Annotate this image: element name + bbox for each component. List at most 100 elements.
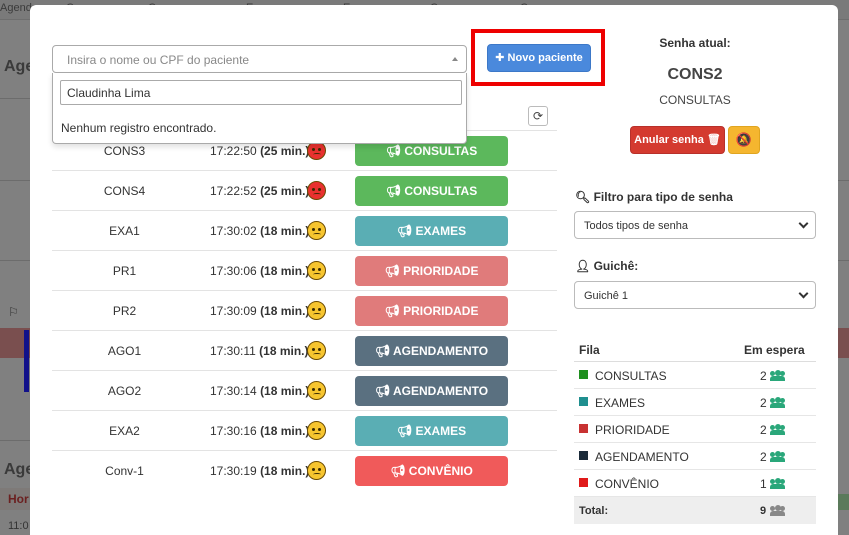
table-row: EXA2 17:30:16 (18 min.) 📢︎ EXAMES [52, 410, 557, 450]
summary-row: EXAMES 2 [574, 389, 816, 416]
call-ticket-button[interactable]: 📢︎ CONVÊNIO [355, 456, 508, 486]
ticket-code: AGO2 [107, 384, 142, 398]
search-icon: 🔍︎ [575, 190, 591, 204]
ticket-type: PRIORIDADE [403, 264, 479, 278]
ticket-time: 17:30:19 (18 min.) [210, 464, 309, 478]
ticket-time: 17:30:02 (18 min.) [210, 224, 309, 238]
queue-count: 1 [760, 477, 767, 491]
call-ticket-button[interactable]: 📢︎ AGENDAMENTO [355, 376, 508, 406]
table-row: PR2 17:30:09 (18 min.) 📢︎ PRIORIDADE [52, 290, 557, 330]
ticket-wait: (18 min.) [260, 464, 310, 478]
current-ticket-queue: CONSULTAS [659, 93, 731, 107]
caret-up-icon [452, 57, 458, 61]
sad-face-icon [307, 221, 326, 240]
ticket-wait: (18 min.) [260, 384, 310, 398]
ticket-code: EXA1 [109, 224, 140, 238]
mute-button[interactable]: 🔕 [728, 126, 760, 154]
call-ticket-button[interactable]: 📢︎ PRIORIDADE [355, 256, 508, 286]
queue-count: 2 [760, 423, 767, 437]
table-row: CONS4 17:22:52 (25 min.) 📢︎ CONSULTAS [52, 170, 557, 210]
users-icon [770, 451, 785, 464]
cancel-ticket-button[interactable]: Anular senha 🗑 [630, 126, 725, 154]
patient-search-dropdown: Nenhum registro encontrado. [52, 73, 467, 144]
summary-row: PRIORIDADE 2 [574, 416, 816, 443]
ticket-type: EXAMES [415, 224, 467, 238]
queue-name: EXAMES [595, 396, 646, 410]
queue-color-swatch [579, 478, 588, 487]
ticket-type-value: Todos tipos de senha [584, 220, 688, 232]
megaphone-icon: 📢︎ [385, 184, 401, 198]
ticket-wait: (18 min.) [260, 224, 310, 238]
ticket-time: 17:30:09 (18 min.) [210, 304, 309, 318]
ticket-time: 17:30:14 (18 min.) [210, 384, 309, 398]
queue-color-swatch [579, 424, 588, 433]
queue-count: 2 [760, 369, 767, 383]
ticket-code: CONS3 [103, 144, 146, 158]
users-icon [770, 397, 785, 410]
angry-face-icon [307, 181, 326, 200]
cancel-ticket-label: Anular senha [634, 134, 704, 146]
ticket-time-value: 17:30:16 [210, 424, 257, 438]
megaphone-icon: 📢︎ [390, 464, 406, 478]
ticket-time-value: 17:30:11 [210, 344, 256, 358]
ticket-type: CONSULTAS [404, 144, 478, 158]
ticket-time: 17:30:11 (18 min.) [210, 344, 309, 358]
users-icon [770, 424, 785, 437]
search-placeholder: Insira o nome ou CPF do paciente [67, 53, 250, 67]
guiche-label-text: Guichê: [593, 259, 639, 273]
ticket-code: PR2 [112, 304, 137, 318]
call-ticket-button[interactable]: 📢︎ EXAMES [355, 416, 508, 446]
bg-side-button [838, 494, 849, 510]
ticket-wait: (25 min.) [260, 184, 310, 198]
table-row: PR1 17:30:06 (18 min.) 📢︎ PRIORIDADE [52, 250, 557, 290]
call-ticket-button[interactable]: 📢︎ CONSULTAS [355, 176, 508, 206]
ticket-wait: (18 min.) [260, 424, 310, 438]
summary-rows: CONSULTAS 2 EXAMES 2 PRIORIDADE 2 AGENDAMENTO 2… [574, 362, 816, 497]
chevron-down-icon [798, 288, 809, 299]
trash-icon: 🗑 [706, 134, 721, 146]
guiche-value: Guichê 1 [584, 290, 629, 302]
bg-highlight-row [838, 328, 849, 358]
patient-search-input[interactable] [60, 80, 462, 105]
summary-total-row: Total: 9 [574, 497, 816, 524]
ticket-time: 17:30:06 (18 min.) [210, 264, 309, 278]
bg-divider [0, 98, 30, 99]
ticket-type-select[interactable]: Todos tipos de senha [574, 211, 816, 239]
ticket-time-value: 17:30:06 [210, 264, 257, 278]
table-row: AGO1 17:30:11 (18 min.) 📢︎ AGENDAMENTO [52, 330, 557, 370]
ticket-queue-list: CONS3 17:22:50 (25 min.) 📢︎ CONSULTAS CONS4… [52, 130, 557, 490]
refresh-icon: ⟳ [532, 109, 544, 123]
summary-row: CONVÊNIO 1 [574, 470, 816, 497]
ticket-wait: (18 min.) [259, 344, 309, 358]
current-ticket-code: CONS2 [667, 66, 723, 83]
bg-divider [0, 180, 30, 181]
col-waiting-header: Em espera [744, 343, 805, 357]
ticket-time-value: 17:22:52 [210, 184, 257, 198]
queue-count: 2 [760, 450, 767, 464]
table-row: EXA1 17:30:02 (18 min.) 📢︎ EXAMES [52, 210, 557, 250]
bg-time-cell: 11:0 [8, 520, 29, 532]
ticket-type: AGENDAMENTO [393, 344, 489, 358]
queue-name: CONVÊNIO [595, 477, 660, 491]
ticket-wait: (18 min.) [260, 264, 310, 278]
ticket-code: CONS4 [103, 184, 146, 198]
total-label: Total: [579, 505, 609, 517]
sad-face-icon [307, 461, 326, 480]
patient-search-select[interactable]: Insira o nome ou CPF do paciente [52, 45, 467, 73]
ticket-code: AGO1 [107, 344, 142, 358]
chevron-down-icon [798, 218, 809, 229]
bg-event-bar [24, 330, 29, 392]
call-ticket-button[interactable]: 📢︎ AGENDAMENTO [355, 336, 508, 366]
megaphone-icon: 📢︎ [374, 344, 391, 358]
megaphone-icon: 📢︎ [385, 144, 401, 158]
user-icon: 👤︎ [575, 259, 591, 273]
call-ticket-button[interactable]: 📢︎ EXAMES [355, 216, 508, 246]
refresh-button[interactable]: ⟳ [528, 106, 548, 126]
filter-label-text: Filtro para tipo de senha [593, 190, 733, 204]
guiche-select[interactable]: Guichê 1 [574, 281, 816, 309]
ticket-code: EXA2 [109, 424, 140, 438]
ticket-type: PRIORIDADE [403, 304, 479, 318]
call-ticket-button[interactable]: 📢︎ PRIORIDADE [355, 296, 508, 326]
summary-header: Fila Em espera [574, 336, 816, 362]
queue-name: CONSULTAS [595, 369, 667, 383]
